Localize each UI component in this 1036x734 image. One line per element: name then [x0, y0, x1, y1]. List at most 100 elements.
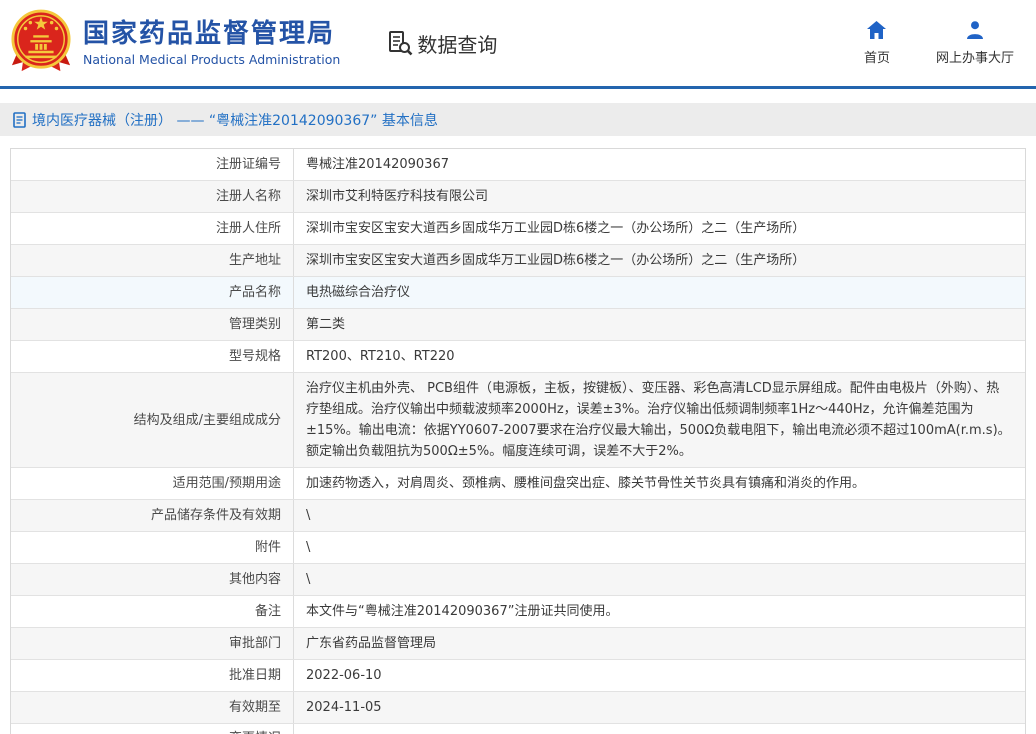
table-row: 备注 本文件与“粤械注准20142090367”注册证共同使用。 [11, 596, 1025, 628]
row-label: 其他内容 [11, 564, 294, 595]
row-label: 管理类别 [11, 309, 294, 340]
row-label-text: 有效期至 [229, 699, 281, 716]
table-row: 生产地址 深圳市宝安区宝安大道西乡固成华万工业园D栋6楼之一（办公场所）之二（生产… [11, 245, 1025, 277]
row-label-text: 备注 [255, 603, 281, 620]
row-label: 产品名称 [11, 277, 294, 308]
row-label: 有效期至 [11, 692, 294, 723]
row-label: 注册证编号 [11, 149, 294, 180]
data-query-label: 数据查询 [417, 29, 497, 58]
data-query-tab[interactable]: 数据查询 [386, 29, 497, 58]
user-icon [965, 20, 985, 40]
row-value: \ [294, 532, 1025, 563]
row-value: 加速药物透入，对肩周炎、颈椎病、腰椎间盘突出症、膝关节骨性关节炎具有镇痛和消炎的… [294, 468, 1025, 499]
table-row: 审批部门 广东省药品监督管理局 [11, 628, 1025, 660]
nav-service-hall-label: 网上办事大厅 [936, 47, 1014, 66]
table-row: 其他内容 \ [11, 564, 1025, 596]
nav-home[interactable]: 首页 [854, 20, 900, 66]
page-icon [13, 112, 26, 128]
row-value-text: 第二类 [306, 314, 345, 335]
row-label-text: 产品名称 [229, 284, 281, 301]
row-value: 本文件与“粤械注准20142090367”注册证共同使用。 [294, 596, 1025, 627]
row-label: 注册人名称 [11, 181, 294, 212]
row-label-text: 型号规格 [229, 348, 281, 365]
row-label-text: 管理类别 [229, 316, 281, 333]
row-label: 审批部门 [11, 628, 294, 659]
row-label: 附件 [11, 532, 294, 563]
table-row: 附件 \ [11, 532, 1025, 564]
row-label: 适用范围/预期用途 [11, 468, 294, 499]
row-label-text: 批准日期 [229, 667, 281, 684]
breadcrumb-bar: 境内医疗器械（注册） —— “粤械注准20142090367” 基本信息 [0, 103, 1036, 136]
row-label: 型号规格 [11, 341, 294, 372]
row-value-text: RT200、RT210、RT220 [306, 346, 455, 367]
row-label-text: 注册人名称 [216, 188, 281, 205]
row-label: 变更情况 [11, 724, 294, 734]
row-label: 注册人住所 [11, 213, 294, 244]
site-subtitle: National Medical Products Administration [83, 52, 340, 67]
row-value-text: \ [306, 569, 310, 590]
header-nav: 首页 网上办事大厅 [854, 20, 1014, 66]
nav-home-label: 首页 [864, 47, 890, 66]
brand-text: 国家药品监督管理局 National Medical Products Admi… [83, 19, 340, 67]
row-label-text: 生产地址 [229, 252, 281, 269]
national-emblem-icon [10, 9, 72, 77]
row-label: 产品储存条件及有效期 [11, 500, 294, 531]
site-header: 国家药品监督管理局 National Medical Products Admi… [0, 0, 1036, 89]
table-row: 结构及组成/主要组成成分 治疗仪主机由外壳、 PCB组件（电源板，主板，按键板）、… [11, 373, 1025, 468]
row-value: 深圳市艾利特医疗科技有限公司 [294, 181, 1025, 212]
nav-service-hall[interactable]: 网上办事大厅 [936, 20, 1014, 66]
row-value: 广东省药品监督管理局 [294, 628, 1025, 659]
row-value-text: \ [306, 505, 310, 526]
home-icon [866, 20, 887, 40]
row-label-text: 审批部门 [229, 635, 281, 652]
row-label-text: 产品储存条件及有效期 [151, 507, 281, 524]
registration-info-table: 注册证编号粤械注准20142090367注册人名称深圳市艾利特医疗科技有限公司注… [10, 148, 1026, 734]
row-label-text: 附件 [255, 539, 281, 556]
table-row: 适用范围/预期用途 加速药物透入，对肩周炎、颈椎病、腰椎间盘突出症、膝关节骨性关节… [11, 468, 1025, 500]
table-row: 注册证编号 粤械注准20142090367 [11, 149, 1025, 181]
row-value-text: 加速药物透入，对肩周炎、颈椎病、腰椎间盘突出症、膝关节骨性关节炎具有镇痛和消炎的… [306, 473, 865, 494]
site-logo[interactable]: 国家药品监督管理局 National Medical Products Admi… [10, 9, 340, 77]
row-label-text: 其他内容 [229, 571, 281, 588]
table-row: 产品储存条件及有效期 \ [11, 500, 1025, 532]
table-row: 注册人住所深圳市宝安区宝安大道西乡固成华万工业园D栋6楼之一（办公场所）之二（生… [11, 213, 1025, 245]
table-row: 变更情况 [11, 724, 1025, 734]
row-label-text: 变更情况 [229, 730, 281, 734]
row-value-text: 本文件与“粤械注准20142090367”注册证共同使用。 [306, 601, 618, 622]
row-value-text: 电热磁综合治疗仪 [306, 282, 410, 303]
row-label-text: 注册证编号 [216, 156, 281, 173]
table-row: 有效期至 2024-11-05 [11, 692, 1025, 724]
row-value-text: 深圳市艾利特医疗科技有限公司 [306, 186, 488, 207]
row-value: 电热磁综合治疗仪 [294, 277, 1025, 308]
row-value-text: 深圳市宝安区宝安大道西乡固成华万工业园D栋6楼之一（办公场所）之二（生产场所） [306, 250, 805, 271]
row-label: 备注 [11, 596, 294, 627]
row-value [294, 724, 1025, 734]
row-label-text: 适用范围/预期用途 [173, 475, 281, 492]
row-value: \ [294, 564, 1025, 595]
row-label: 批准日期 [11, 660, 294, 691]
row-value-text: 粤械注准20142090367 [306, 154, 449, 175]
row-value: 治疗仪主机由外壳、 PCB组件（电源板，主板，按键板）、变压器、彩色高清LCD显… [294, 373, 1025, 467]
row-value: 粤械注准20142090367 [294, 149, 1025, 180]
table-row: 批准日期 2022-06-10 [11, 660, 1025, 692]
row-label-text: 结构及组成/主要组成成分 [134, 412, 281, 429]
row-label: 结构及组成/主要组成成分 [11, 373, 294, 467]
row-value-text: \ [306, 537, 310, 558]
document-search-icon [386, 29, 414, 57]
row-value: \ [294, 500, 1025, 531]
row-value-text: 广东省药品监督管理局 [306, 633, 436, 654]
row-value-text: 治疗仪主机由外壳、 PCB组件（电源板，主板，按键板）、变压器、彩色高清LCD显… [306, 378, 1011, 462]
table-row: 产品名称 电热磁综合治疗仪 [11, 277, 1025, 309]
row-value: 深圳市宝安区宝安大道西乡固成华万工业园D栋6楼之一（办公场所）之二（生产场所） [294, 213, 1025, 244]
row-value-text: 深圳市宝安区宝安大道西乡固成华万工业园D栋6楼之一（办公场所）之二（生产场所） [306, 218, 805, 239]
site-title: 国家药品监督管理局 [83, 19, 340, 49]
row-value-text: 2022-06-10 [306, 665, 382, 686]
table-row: 管理类别 第二类 [11, 309, 1025, 341]
table-row: 型号规格 RT200、RT210、RT220 [11, 341, 1025, 373]
row-value: 2024-11-05 [294, 692, 1025, 723]
row-value: RT200、RT210、RT220 [294, 341, 1025, 372]
row-value: 深圳市宝安区宝安大道西乡固成华万工业园D栋6楼之一（办公场所）之二（生产场所） [294, 245, 1025, 276]
row-value: 第二类 [294, 309, 1025, 340]
breadcrumb: 境内医疗器械（注册） —— “粤械注准20142090367” 基本信息 [32, 110, 438, 130]
table-row: 注册人名称 深圳市艾利特医疗科技有限公司 [11, 181, 1025, 213]
